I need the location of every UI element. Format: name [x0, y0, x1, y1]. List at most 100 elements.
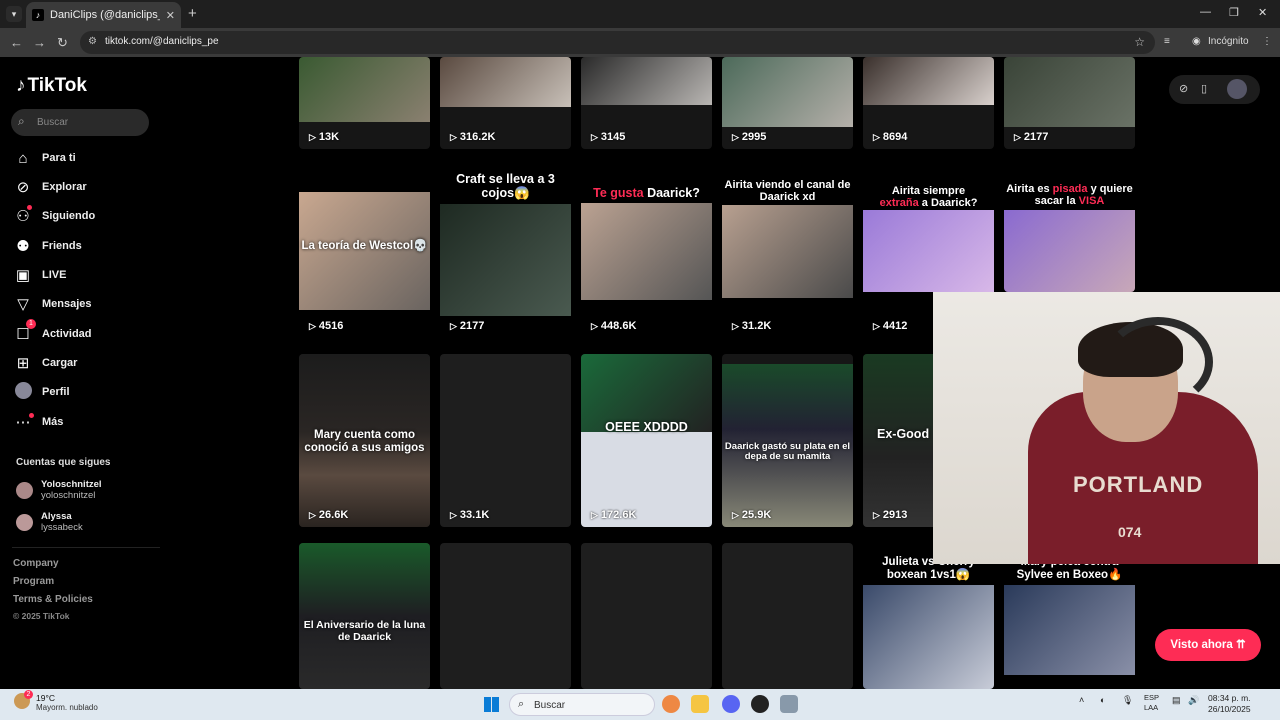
- video-card[interactable]: ▷ 316.2K: [440, 57, 571, 149]
- activity-badge: 1: [26, 319, 36, 329]
- microphone-icon[interactable]: 🎙: [1122, 695, 1133, 706]
- nav-label: Cargar: [42, 357, 78, 369]
- avatar[interactable]: [1227, 79, 1247, 99]
- notification-dot: [27, 205, 32, 210]
- following-account[interactable]: Yoloschnitzel yoloschnitzel: [16, 479, 102, 501]
- obs-icon[interactable]: [751, 695, 769, 713]
- video-card[interactable]: ▷ 8694: [863, 57, 994, 149]
- close-tab-icon[interactable]: ✕: [166, 9, 175, 22]
- video-caption: El Aniversario de la luna de Daarick: [303, 619, 426, 643]
- sidebar: ♪ TikTok ⌕ Buscar ⌂ Para ti ⊘ Explorar ⚇ Sig…: [0, 57, 160, 689]
- view-count: ▷ 3145: [591, 131, 626, 143]
- video-card[interactable]: Craft se lleva a 3 cojos😱 ▷ 2177: [440, 168, 571, 338]
- network-tray-icon[interactable]: ◐: [1100, 695, 1105, 705]
- video-card[interactable]: ▷ 3145: [581, 57, 712, 149]
- account-name: Yoloschnitzel: [41, 479, 102, 490]
- weather-desc: Mayorm. nublado: [36, 703, 98, 712]
- video-card[interactable]: Julieta vs Cherry boxean 1vs1😱: [863, 555, 994, 689]
- view-count: ▷ 316.2K: [450, 131, 496, 143]
- search-input[interactable]: ⌕ Buscar: [11, 109, 149, 136]
- media-control-icon[interactable]: ≡: [1164, 36, 1170, 47]
- visto-ahora-button[interactable]: Visto ahora ⇈: [1155, 629, 1261, 661]
- nav-cargar[interactable]: ⊞ Cargar: [14, 352, 78, 374]
- forward-icon[interactable]: →: [33, 35, 46, 50]
- incognito-label[interactable]: Incógnito: [1208, 36, 1249, 47]
- play-icon: ▷: [591, 510, 598, 520]
- windows-start-icon[interactable]: [484, 697, 499, 712]
- video-card[interactable]: El Aniversario de la luna de Daarick: [299, 543, 430, 689]
- reload-icon[interactable]: ↻: [57, 35, 68, 51]
- footer-program[interactable]: Program: [13, 576, 54, 587]
- restore-icon[interactable]: ❐: [1229, 6, 1239, 19]
- video-card[interactable]: ▷ 13K: [299, 57, 430, 149]
- video-card[interactable]: [722, 543, 853, 689]
- browser-tab[interactable]: ♪ DaniClips (@daniclips_pe) | TikTok ✕: [26, 2, 181, 28]
- browser-menu-icon[interactable]: ⋮: [1262, 36, 1272, 47]
- video-card[interactable]: ▷ 33.1K: [440, 354, 571, 527]
- language-indicator[interactable]: ESP LAA: [1144, 693, 1159, 713]
- tray-chevron-icon[interactable]: ˄: [1079, 695, 1084, 705]
- file-explorer-icon[interactable]: [691, 695, 709, 713]
- mobile-icon[interactable]: ▯: [1201, 82, 1207, 95]
- footer-terms[interactable]: Terms & Policies: [13, 594, 93, 605]
- nav-label: Para ti: [42, 152, 76, 164]
- discord-icon[interactable]: [722, 695, 740, 713]
- volume-icon[interactable]: 🔊: [1188, 695, 1199, 706]
- nav-label: Más: [42, 416, 64, 428]
- video-card[interactable]: Mary cuenta como conoció a sus amigos ▷ 2…: [299, 354, 430, 527]
- address-bar[interactable]: ⚙ tiktok.com/@daniclips_pe ☆: [80, 31, 1155, 54]
- tab-list-icon[interactable]: ▾: [6, 6, 22, 22]
- minimize-icon[interactable]: —: [1200, 6, 1211, 18]
- nav-explorar[interactable]: ⊘ Explorar: [14, 176, 87, 198]
- settings-icon[interactable]: [780, 695, 798, 713]
- bookmark-star-icon[interactable]: ☆: [1134, 35, 1145, 49]
- video-card[interactable]: Te gusta Daarick? ▷ 448.6K: [581, 168, 712, 338]
- view-count: ▷ 33.1K: [450, 509, 490, 521]
- footer-company[interactable]: Company: [13, 558, 59, 569]
- back-icon[interactable]: ←: [10, 35, 23, 50]
- search-placeholder: Buscar: [37, 117, 69, 128]
- clock[interactable]: 08:34 p. m. 26/10/2025: [1208, 693, 1251, 715]
- video-card[interactable]: [440, 543, 571, 689]
- more-icon: ⋯: [14, 413, 34, 431]
- nav-perfil[interactable]: Perfil: [14, 381, 70, 403]
- video-card[interactable]: OEEE XDDDD ▷ 172.6K: [581, 354, 712, 527]
- video-caption: Airita siempre extraña a Daarick?: [879, 185, 978, 210]
- chrome-icon[interactable]: [662, 695, 680, 713]
- video-card[interactable]: La teoría de Westcol💀 ▷ 4516: [299, 168, 430, 338]
- nav-live[interactable]: ▣ LIVE: [14, 264, 67, 286]
- activity-icon: ☐ 1: [14, 319, 36, 343]
- new-tab-icon[interactable]: +: [188, 5, 197, 22]
- view-count: ▷ 448.6K: [591, 320, 637, 332]
- site-info-icon[interactable]: ⚙: [88, 36, 97, 47]
- tiktok-logo[interactable]: ♪ TikTok: [16, 75, 87, 97]
- video-card[interactable]: Airita es pisada y quiere sacar la VISA: [1004, 168, 1135, 292]
- wifi-icon[interactable]: ▤: [1172, 695, 1181, 706]
- window-close-icon[interactable]: ✕: [1258, 6, 1267, 19]
- video-card[interactable]: ▷ 2995: [722, 57, 853, 149]
- video-card[interactable]: Mary pelea contra Sylvee en Boxeo🔥: [1004, 555, 1135, 689]
- weather-widget[interactable]: 2 19°C Mayorm. nublado: [14, 690, 98, 712]
- tiktok-note-icon: ♪: [16, 75, 26, 96]
- weather-temp: 19°C: [36, 693, 55, 703]
- following-account[interactable]: Alyssa lyssabeck: [16, 511, 83, 533]
- nav-label: Friends: [42, 240, 82, 252]
- video-card[interactable]: Daarick gastó su plata en el depa de su …: [722, 354, 853, 527]
- play-icon: ▷: [450, 510, 457, 520]
- video-card[interactable]: [581, 543, 712, 689]
- video-caption: Airita es pisada y quiere sacar la VISA: [1006, 183, 1133, 208]
- following-icon: ⚇: [14, 205, 32, 225]
- nav-para-ti[interactable]: ⌂ Para ti: [14, 147, 76, 169]
- nav-actividad[interactable]: ☐ 1 Actividad: [14, 319, 92, 345]
- video-thumbnail: [863, 210, 994, 292]
- nav-mensajes[interactable]: ▽ Mensajes: [14, 293, 91, 315]
- video-card[interactable]: ▷ 2177: [1004, 57, 1135, 149]
- nav-friends[interactable]: ⚉ Friends: [14, 235, 82, 257]
- video-card[interactable]: Airita viendo el canal de Daarick xd ▷ 31…: [722, 168, 853, 338]
- compass-icon[interactable]: ⊘: [1179, 82, 1188, 95]
- nav-mas[interactable]: ⋯ Más: [14, 411, 63, 433]
- view-count: ▷ 4412: [873, 320, 908, 332]
- taskbar-search[interactable]: ⌕ Buscar: [509, 693, 655, 716]
- video-caption: Mary cuenta como conoció a sus amigos: [304, 429, 425, 454]
- nav-siguiendo[interactable]: ⚇ Siguiendo: [14, 205, 95, 227]
